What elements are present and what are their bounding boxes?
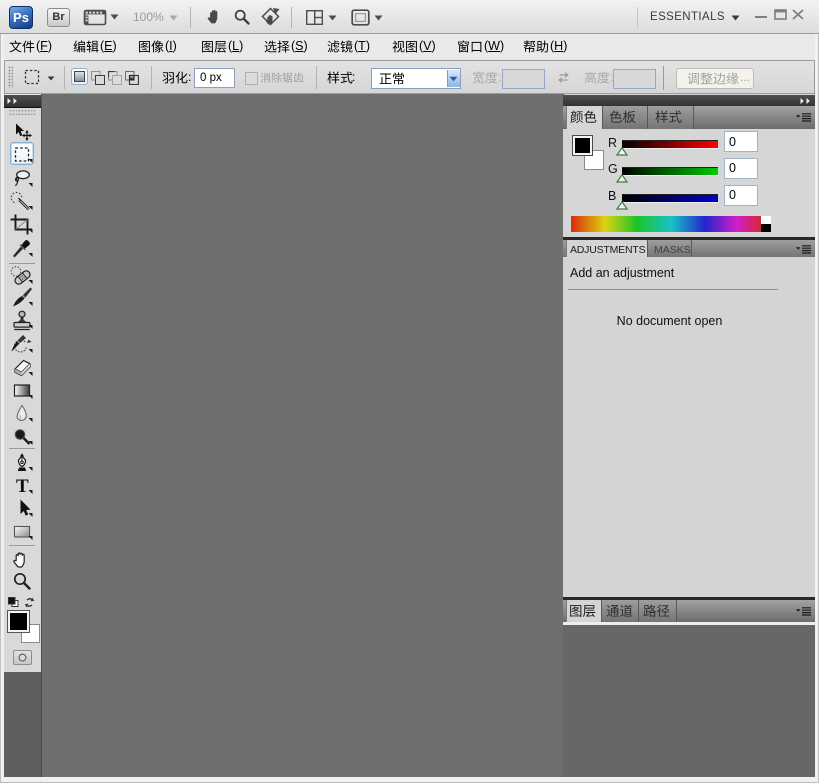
svg-text:T: T <box>16 476 29 497</box>
